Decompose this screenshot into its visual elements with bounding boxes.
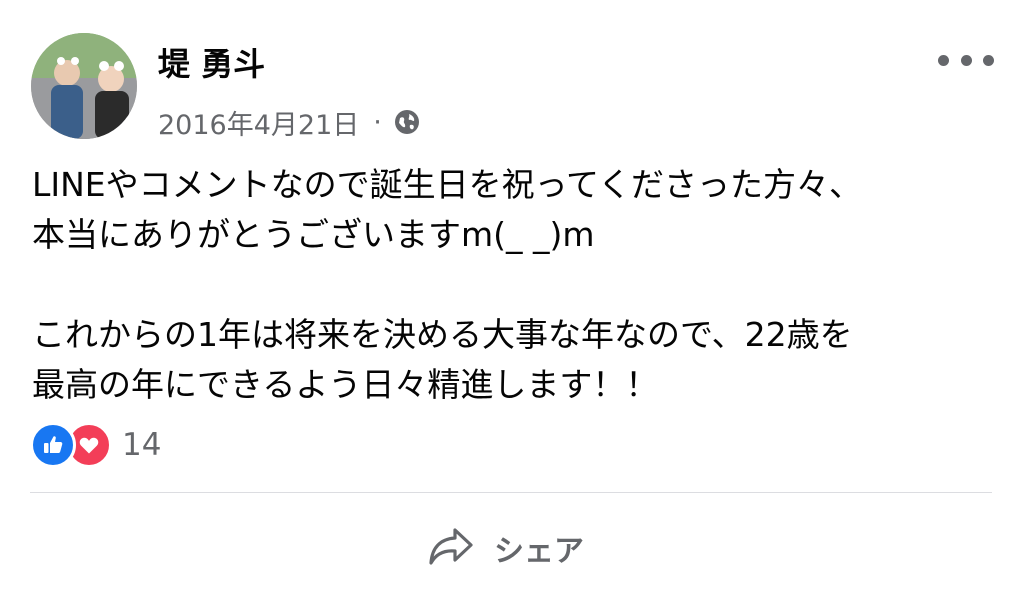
more-options-icon[interactable] [938, 48, 994, 72]
more-dot [938, 54, 949, 66]
post-text-line: 最高の年にできるよう日々精進します！！ [32, 365, 659, 404]
post-date[interactable]: 2016年4月21日 [158, 103, 359, 142]
like-icon [30, 422, 76, 468]
share-label: シェア [494, 534, 584, 569]
share-button[interactable]: シェア [428, 522, 584, 574]
post-text-line: LINEやコメントなので誕生日を祝ってくださった方々、 [32, 165, 863, 204]
share-arrow-icon [428, 526, 474, 570]
globe-icon[interactable] [394, 109, 420, 135]
post-text-line: 本当にありがとうございますm(_ _)m [32, 215, 595, 254]
post-meta: 2016年4月21日 · [158, 102, 420, 142]
meta-separator: · [373, 106, 382, 138]
avatar-photo [31, 33, 137, 139]
more-dot [983, 54, 994, 66]
more-dot [960, 54, 972, 66]
reaction-count: 14 [122, 427, 162, 463]
post-body: LINEやコメントなので誕生日を祝ってくださった方々、 本当にありがとうございま… [32, 160, 992, 410]
facebook-post: 堤 勇斗 2016年4月21日 · LINEやコメントなので誕生日を祝ってくださ… [0, 0, 1024, 592]
reactions-summary[interactable]: 14 [30, 420, 161, 470]
post-text-line: これからの1年は将来を決める大事な年なので、22歳を [32, 315, 853, 354]
author-name[interactable]: 堤 勇斗 [158, 44, 265, 84]
divider [30, 492, 992, 493]
avatar[interactable] [31, 33, 137, 139]
